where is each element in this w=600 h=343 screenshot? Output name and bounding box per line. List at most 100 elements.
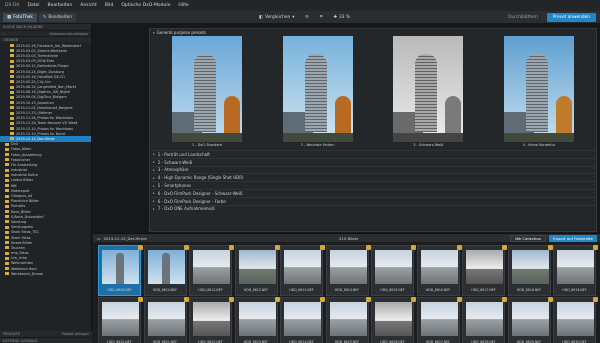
folder-icon bbox=[5, 189, 9, 193]
folder-label: tmp_Fotos bbox=[11, 251, 29, 256]
folder-icon bbox=[5, 220, 9, 224]
folder-label: Lootus Bilder bbox=[11, 178, 34, 183]
menu-datei[interactable]: Datei bbox=[28, 3, 40, 8]
filmstrip-thumbnail[interactable]: HDD_6622.NEF bbox=[189, 297, 234, 343]
filmstrip-thumbnail[interactable]: HDD_6613.NEF bbox=[280, 245, 325, 296]
preset-group[interactable]: ▸ 3 - Atmosphäre bbox=[150, 165, 596, 174]
preset-group[interactable]: ▸ 5 - Smartphones bbox=[150, 181, 596, 189]
folder-label: 2019-12-15_Der-Hirnie bbox=[16, 136, 55, 141]
folder-label: Fotos_Alben bbox=[11, 147, 32, 152]
folder-label: Portraits bbox=[11, 204, 26, 209]
folder-icon bbox=[5, 204, 9, 208]
folder-icon bbox=[10, 80, 14, 84]
filmstrip-thumbnail[interactable]: HDD_6610.NEF bbox=[143, 245, 189, 296]
nik-collection-button[interactable]: Nik Collection bbox=[510, 235, 547, 242]
tag-icon bbox=[593, 245, 598, 250]
folder-label: Rovo_Bilder bbox=[11, 209, 31, 214]
filmstrip-thumbnail[interactable]: HDD_6612.NEF bbox=[234, 245, 280, 296]
menu-ansicht[interactable]: Ansicht bbox=[80, 3, 97, 8]
folder-icon bbox=[10, 106, 14, 110]
thumbnail-image bbox=[329, 250, 367, 284]
filmstrip-thumbnail[interactable]: HDD_6614.NEF bbox=[325, 245, 371, 296]
preset-group[interactable]: ▸ 1 - Porträt und Landschaft bbox=[150, 150, 596, 158]
crop-button[interactable]: ⌗ bbox=[317, 13, 325, 22]
export-button[interactable]: Export auf Festplatte bbox=[549, 235, 597, 242]
browse-button[interactable]: Durchblättern bbox=[503, 13, 543, 22]
add-project-button[interactable]: Projekt anlegen bbox=[62, 332, 89, 336]
app-title: DS-DX bbox=[5, 3, 20, 8]
thumbnail-image bbox=[147, 250, 185, 284]
folder-icon bbox=[10, 121, 14, 125]
preset-group[interactable]: ▸ 2 - Schwarz-Weiß bbox=[150, 157, 596, 166]
preset-group-label: 7 - DxO ONE Aufnahmemodi bbox=[157, 206, 215, 212]
preset-caption: 1 - DxO Standard bbox=[191, 143, 223, 147]
folder-label: 2019-12-10_Photos fur Wachhaas bbox=[16, 126, 74, 131]
preset-group[interactable]: ▸ 7 - DxO ONE Aufnahmemodi bbox=[150, 204, 596, 213]
filmstrip-thumbnail[interactable]: HDD_6630.NEF bbox=[553, 297, 598, 343]
filmstrip-thumbnail[interactable]: HDD_6617.NEF bbox=[462, 245, 507, 296]
thumbnail-image bbox=[511, 302, 549, 336]
rotate-button[interactable]: ⟳ bbox=[302, 13, 312, 22]
chevron-right-icon: ▸ bbox=[153, 191, 155, 196]
preset-thumb-standard[interactable]: 1 - DxO Standard bbox=[172, 36, 242, 149]
preset-group[interactable]: ▸ 4 - High Dynamic Range (Single Shot HDR… bbox=[150, 173, 596, 181]
menu-bearbeiten[interactable]: Bearbeiten bbox=[48, 3, 73, 8]
preset-thumb-neutral[interactable]: 2 - Neutrale Farben bbox=[282, 36, 353, 149]
preset-group-label: 2 - Schwarz-Weiß bbox=[157, 159, 193, 165]
preset-group[interactable]: ▸ 6 - DxO FilmPack Designer - Schwarz-Wei… bbox=[150, 188, 596, 197]
tag-icon bbox=[365, 297, 371, 302]
tag-icon bbox=[411, 245, 416, 250]
filmstrip-thumbnail[interactable]: HDD_6620.NEF bbox=[98, 297, 143, 343]
image-count: 210 Bilder bbox=[339, 236, 359, 241]
thumbnail-image bbox=[375, 250, 412, 284]
folder-icon: ▭ bbox=[97, 236, 101, 241]
filmstrip-thumbnail[interactable]: HDD_6619.NEF bbox=[553, 245, 598, 296]
external-selection-header[interactable]: EXTERNE AUSWAHL bbox=[0, 337, 92, 343]
preset-section-header[interactable]: ▾ General purpose presets bbox=[150, 29, 596, 36]
preset-caption: 4 - Keine Korrektur bbox=[522, 143, 556, 147]
tab-bearbeiten[interactable]: ✎ Bearbeiten bbox=[38, 13, 77, 22]
filmstrip-thumbnail[interactable]: HDD_6611.NEF bbox=[189, 245, 234, 296]
filmstrip-thumbnail[interactable]: HDD_6629.NEF bbox=[507, 297, 553, 343]
chevron-down-icon: ▾ bbox=[153, 30, 155, 35]
filmstrip-thumbnail[interactable]: HDD_6609.NEF bbox=[98, 245, 143, 296]
thumbnail-image bbox=[284, 302, 321, 336]
filmstrip-thumbnail[interactable]: HDD_6618.NEF bbox=[507, 245, 553, 296]
filmstrip-thumbnail[interactable]: HDD_6624.NEF bbox=[280, 297, 325, 343]
filmstrip-thumbnail[interactable]: HDD_6621.NEF bbox=[143, 297, 189, 343]
filmstrip-thumbnail[interactable]: HDD_6616.NEF bbox=[416, 245, 462, 296]
filmstrip-thumbnail[interactable]: HDD_6615.NEF bbox=[371, 245, 416, 296]
menu-dxo-module[interactable]: Optische DxO-Module bbox=[121, 3, 170, 8]
folder-label: Tauchen bbox=[11, 245, 25, 250]
folder-icon bbox=[5, 225, 9, 229]
preset-groups: ▸ 1 - Porträt und Landschaft ▸ 2 - Schwarz-… bbox=[150, 150, 596, 212]
search-action[interactable]: Unbenanntes anlegen bbox=[50, 32, 89, 36]
filmstrip-thumbnail[interactable]: HDD_6623.NEF bbox=[234, 297, 280, 343]
thumbnail-image bbox=[238, 250, 276, 284]
folder-icon bbox=[5, 267, 9, 271]
thumbnail-image bbox=[147, 302, 185, 336]
filmstrip-thumbnail[interactable]: HDD_6628.NEF bbox=[462, 297, 507, 343]
search-icon: ⌕ bbox=[3, 31, 5, 36]
chevron-down-icon: ▾ bbox=[292, 15, 295, 20]
folder-label: Workbench_Dream bbox=[11, 271, 44, 276]
apply-preset-button[interactable]: Preset anwenden bbox=[546, 13, 596, 22]
folder-section-title: ORDNER bbox=[3, 37, 19, 42]
tab-fotothek[interactable]: ▦ FotoThek bbox=[3, 13, 37, 22]
menu-bild[interactable]: Bild bbox=[105, 3, 113, 8]
folder-icon bbox=[10, 132, 14, 136]
filmstrip-thumbnail[interactable]: HDD_6625.NEF bbox=[325, 297, 371, 343]
filmstrip-thumbnail[interactable]: HDD_6627.NEF bbox=[416, 297, 462, 343]
zoom-button[interactable]: ✚ 33 % bbox=[330, 13, 353, 22]
filmstrip-thumbnail[interactable]: HDD_6626.NEF bbox=[371, 297, 416, 343]
preset-thumb-none[interactable]: 4 - Keine Korrektur bbox=[503, 36, 574, 149]
preset-thumb-bw[interactable]: 3 - Schwarz-Weiß bbox=[393, 36, 464, 149]
compare-button[interactable]: ◧ Vergleichen ▾ bbox=[256, 13, 297, 22]
folder-item[interactable]: Workbench_Dream bbox=[0, 271, 91, 276]
rotate-icon: ⟳ bbox=[305, 15, 309, 20]
preset-preview-image bbox=[282, 36, 353, 142]
menu-hilfe[interactable]: Hilfe bbox=[178, 3, 188, 8]
thumbnail-image bbox=[511, 250, 549, 284]
thumbnail-filename: HDD_6611.NEF bbox=[198, 288, 223, 292]
preset-group[interactable]: ▸ 6 - DxO FilmPack Designer - Farbe bbox=[150, 196, 596, 205]
